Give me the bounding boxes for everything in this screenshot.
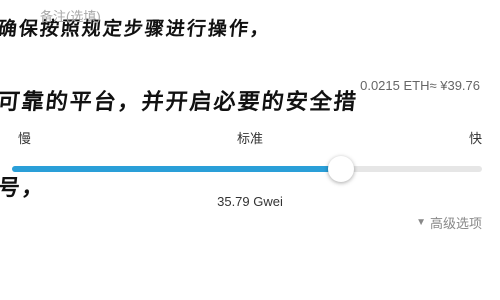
advanced-options-toggle[interactable]: ▼ 高级选项	[416, 213, 482, 232]
slider-thumb[interactable]	[328, 156, 354, 182]
note-placeholder[interactable]: 备注(选填)	[40, 6, 101, 25]
fee-readout: 0.0215 ETH≈ ¥39.76	[360, 78, 480, 93]
slider-fill	[12, 166, 341, 172]
gas-fee-widget: 备注(选填) 0.0215 ETH≈ ¥39.76 慢 标准 快 35.79 G…	[0, 0, 500, 300]
speed-labels: 慢 标准 快	[18, 128, 482, 146]
speed-label-standard: 标准	[236, 131, 264, 146]
advanced-options-label: 高级选项	[429, 216, 482, 231]
gas-speed-slider[interactable]	[12, 156, 482, 182]
speed-label-fast: 快	[468, 131, 482, 146]
caret-down-icon: ▼	[416, 217, 426, 228]
page: 确保按照规定步骤进行操作， 可靠的平台，并开启必要的安全措 号， 备注(选填) …	[0, 0, 500, 300]
speed-label-slow: 慢	[18, 131, 32, 146]
gas-price-value: 35.79 Gwei	[217, 194, 283, 209]
